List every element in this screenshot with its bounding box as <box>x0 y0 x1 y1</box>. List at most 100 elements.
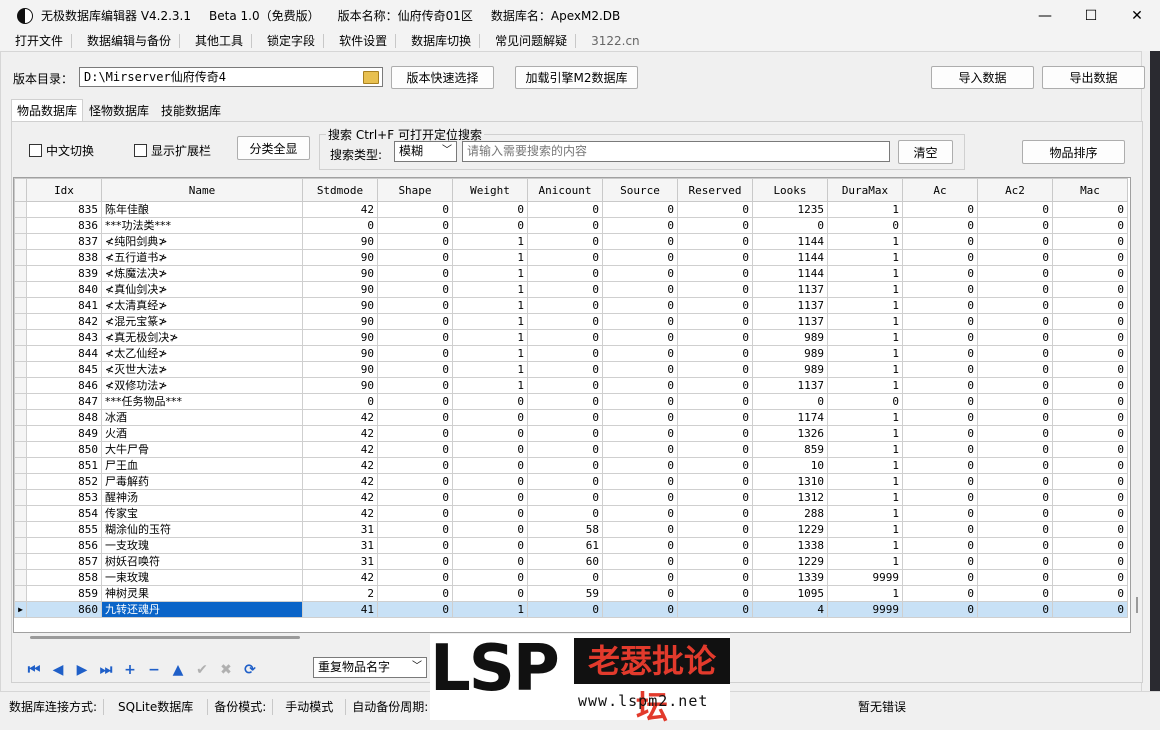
cell-ac2[interactable]: 0 <box>977 361 1053 378</box>
table-row[interactable]: 847 ***任务物品*** 0 0 0 0 0 0 0 0 0 0 0 <box>14 393 1128 410</box>
cell-source[interactable]: 0 <box>602 553 678 570</box>
cell-weight[interactable]: 1 <box>452 345 528 362</box>
cell-source[interactable]: 0 <box>602 361 678 378</box>
cell-ac[interactable]: 0 <box>902 537 978 554</box>
cell-looks[interactable]: 859 <box>752 441 828 458</box>
cell-reserved[interactable]: 0 <box>677 425 753 442</box>
row-indicator[interactable] <box>14 457 27 474</box>
row-indicator[interactable] <box>14 265 27 282</box>
cell-stdmode[interactable]: 42 <box>302 201 378 218</box>
cell-name[interactable]: 尸王血 <box>101 457 303 474</box>
cell-source[interactable]: 0 <box>602 233 678 250</box>
cell-ac2[interactable]: 0 <box>977 457 1053 474</box>
cell-anicount[interactable]: 0 <box>527 393 603 410</box>
cell-weight[interactable]: 0 <box>452 409 528 426</box>
cell-idx[interactable]: 846 <box>26 377 102 394</box>
cell-idx[interactable]: 855 <box>26 521 102 538</box>
cell-shape[interactable]: 0 <box>377 457 453 474</box>
checkbox-box[interactable] <box>29 144 42 157</box>
row-indicator[interactable] <box>14 217 27 234</box>
cell-mac[interactable]: 0 <box>1052 585 1128 602</box>
cell-shape[interactable]: 0 <box>377 393 453 410</box>
cell-ac2[interactable]: 0 <box>977 265 1053 282</box>
cell-reserved[interactable]: 0 <box>677 361 753 378</box>
cell-looks[interactable]: 1137 <box>752 297 828 314</box>
cell-reserved[interactable]: 0 <box>677 409 753 426</box>
cell-mac[interactable]: 0 <box>1052 441 1128 458</box>
cell-ac2[interactable]: 0 <box>977 441 1053 458</box>
cell-stdmode[interactable]: 2 <box>302 585 378 602</box>
row-indicator[interactable] <box>14 569 27 586</box>
cell-source[interactable]: 0 <box>602 265 678 282</box>
cell-name[interactable]: 神树灵果 <box>101 585 303 602</box>
cell-ac[interactable]: 0 <box>902 265 978 282</box>
table-row[interactable]: 842 ≮混元宝篆≯ 90 0 1 0 0 0 1137 1 0 0 0 <box>14 313 1128 330</box>
cell-mac[interactable]: 0 <box>1052 281 1128 298</box>
cell-anicount[interactable]: 0 <box>527 249 603 266</box>
cell-ac[interactable]: 0 <box>902 521 978 538</box>
row-indicator[interactable] <box>14 441 27 458</box>
cell-source[interactable]: 0 <box>602 345 678 362</box>
cell-mac[interactable]: 0 <box>1052 265 1128 282</box>
cell-shape[interactable]: 0 <box>377 233 453 250</box>
cell-shape[interactable]: 0 <box>377 329 453 346</box>
cell-idx[interactable]: 849 <box>26 425 102 442</box>
cell-anicount[interactable]: 58 <box>527 521 603 538</box>
cell-anicount[interactable]: 59 <box>527 585 603 602</box>
chinese-toggle-checkbox[interactable]: 中文切换 <box>29 142 94 159</box>
cell-idx[interactable]: 856 <box>26 537 102 554</box>
cell-name[interactable]: 一束玫瑰 <box>101 569 303 586</box>
last-record-icon[interactable]: ⏭ <box>94 661 118 679</box>
cell-ac[interactable]: 0 <box>902 601 978 618</box>
cell-idx[interactable]: 851 <box>26 457 102 474</box>
cell-ac[interactable]: 0 <box>902 217 978 234</box>
cell-ac2[interactable]: 0 <box>977 233 1053 250</box>
cell-source[interactable]: 0 <box>602 297 678 314</box>
tab-skills[interactable]: 技能数据库 <box>155 99 227 123</box>
cell-stdmode[interactable]: 0 <box>302 217 378 234</box>
cell-idx[interactable]: 848 <box>26 409 102 426</box>
cell-name[interactable]: ***任务物品*** <box>101 393 303 410</box>
cell-anicount[interactable]: 0 <box>527 201 603 218</box>
cell-anicount[interactable]: 0 <box>527 409 603 426</box>
row-indicator[interactable] <box>14 393 27 410</box>
cell-ac[interactable]: 0 <box>902 329 978 346</box>
table-row[interactable]: ▶ 860 九转还魂丹 41 0 1 0 0 0 4 9999 0 0 0 <box>14 601 1128 618</box>
cell-looks[interactable]: 288 <box>752 505 828 522</box>
cell-ac[interactable]: 0 <box>902 409 978 426</box>
cell-idx[interactable]: 842 <box>26 313 102 330</box>
cell-mac[interactable]: 0 <box>1052 201 1128 218</box>
cell-duramax[interactable]: 1 <box>827 329 903 346</box>
cell-weight[interactable]: 0 <box>452 505 528 522</box>
cell-looks[interactable]: 989 <box>752 361 828 378</box>
cell-source[interactable]: 0 <box>602 521 678 538</box>
prior-record-icon[interactable]: ◀ <box>46 661 70 679</box>
cell-mac[interactable]: 0 <box>1052 601 1128 618</box>
cell-anicount[interactable]: 0 <box>527 601 603 618</box>
cell-stdmode[interactable]: 90 <box>302 233 378 250</box>
cell-idx[interactable]: 843 <box>26 329 102 346</box>
cell-source[interactable]: 0 <box>602 569 678 586</box>
cell-duramax[interactable]: 1 <box>827 473 903 490</box>
cell-anicount[interactable]: 0 <box>527 473 603 490</box>
current-row-arrow-icon[interactable]: ▶ <box>14 601 27 618</box>
cell-ac2[interactable]: 0 <box>977 297 1053 314</box>
cell-ac2[interactable]: 0 <box>977 201 1053 218</box>
load-engine-button[interactable]: 加载引擎M2数据库 <box>515 66 638 89</box>
cell-ac[interactable]: 0 <box>902 393 978 410</box>
cell-shape[interactable]: 0 <box>377 377 453 394</box>
cell-source[interactable]: 0 <box>602 505 678 522</box>
cell-idx[interactable]: 835 <box>26 201 102 218</box>
tab-items[interactable]: 物品数据库 <box>11 99 84 122</box>
cell-reserved[interactable]: 0 <box>677 393 753 410</box>
cell-source[interactable]: 0 <box>602 601 678 618</box>
close-icon[interactable]: ✕ <box>1114 0 1160 31</box>
cell-stdmode[interactable]: 90 <box>302 377 378 394</box>
table-row[interactable]: 839 ≮炼魔法决≯ 90 0 1 0 0 0 1144 1 0 0 0 <box>14 265 1128 282</box>
cell-name[interactable]: ***功法类*** <box>101 217 303 234</box>
cell-ac[interactable]: 0 <box>902 473 978 490</box>
cell-weight[interactable]: 0 <box>452 569 528 586</box>
row-indicator[interactable] <box>14 345 27 362</box>
cell-reserved[interactable]: 0 <box>677 489 753 506</box>
cell-looks[interactable]: 0 <box>752 393 828 410</box>
